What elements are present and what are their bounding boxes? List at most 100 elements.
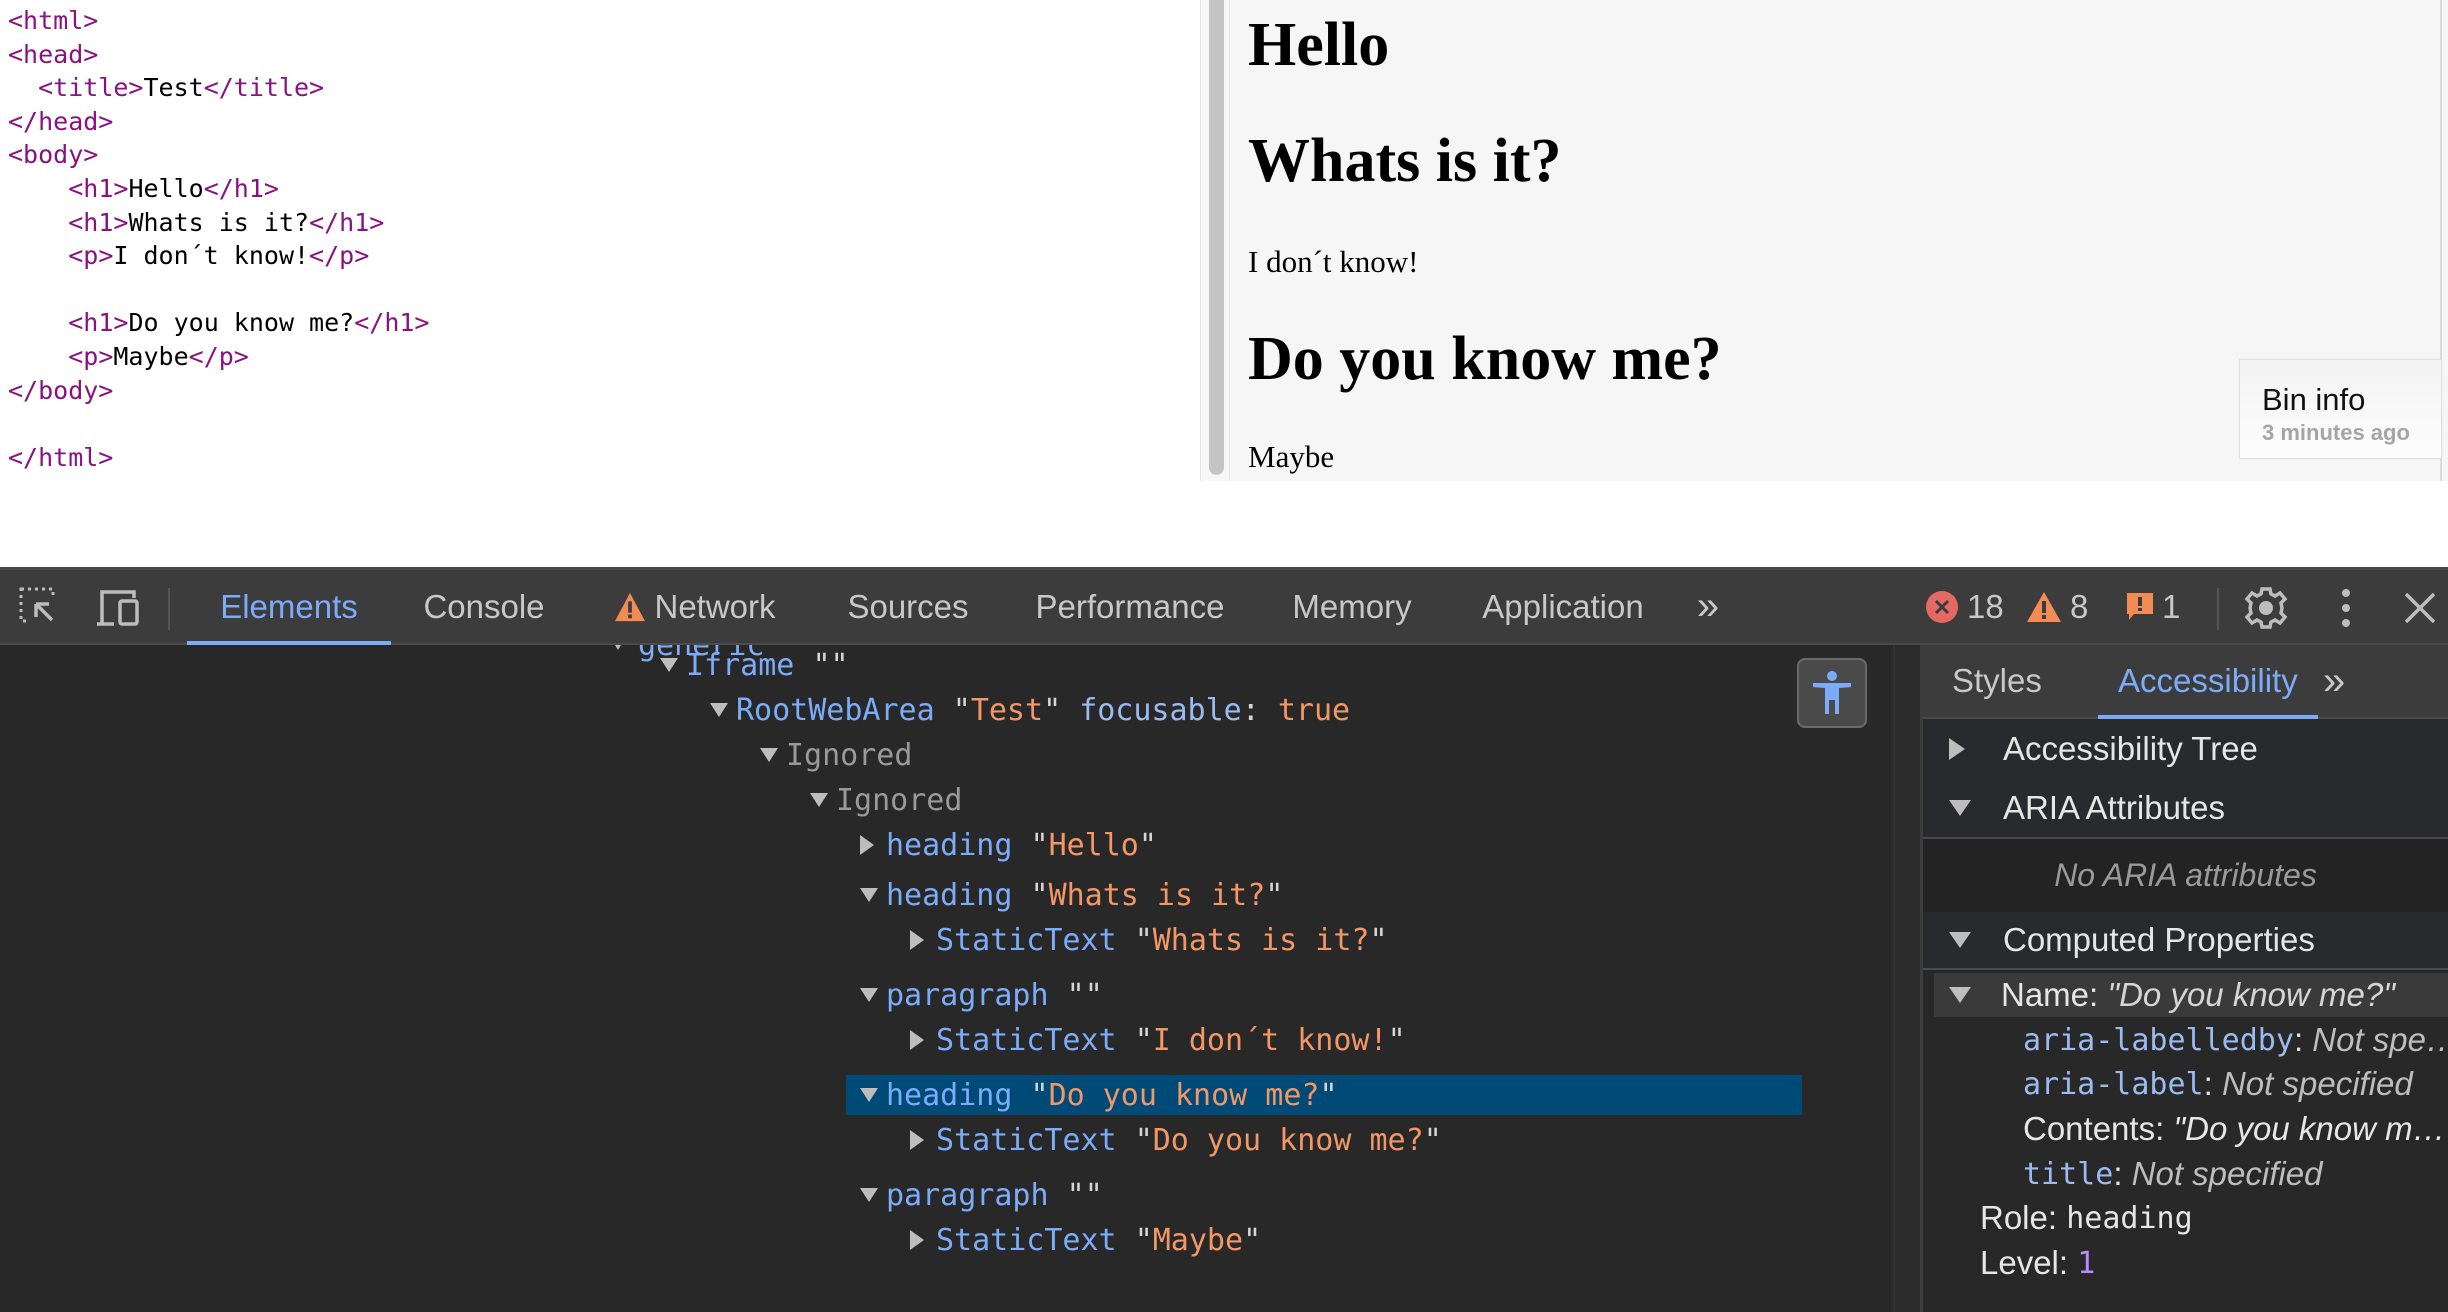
tab-network[interactable]: Network xyxy=(600,570,790,643)
tree-node-ignored[interactable]: Ignored xyxy=(760,735,912,775)
section-aria-attributes[interactable]: ARIA Attributes xyxy=(1923,779,2448,837)
code-tag: </body> xyxy=(8,375,114,405)
tree-node-statictext[interactable]: StaticText " I don´t know! " xyxy=(910,1020,1406,1060)
code-line[interactable]: <h1>Whats is it?</h1> xyxy=(8,206,1200,240)
node-role: RootWebArea xyxy=(736,692,935,728)
pane-resizer[interactable] xyxy=(1893,645,1923,1312)
node-role: Ignored xyxy=(836,782,963,818)
computed-role: Role: heading xyxy=(1980,1196,2193,1240)
editor-scrollbar[interactable] xyxy=(1200,0,1230,481)
more-sidebar-tabs-button[interactable]: » xyxy=(2323,645,2345,717)
tree-node-statictext[interactable]: StaticText " Maybe " xyxy=(910,1220,1261,1260)
computed-name[interactable]: Name: "Do you know me?" xyxy=(1949,973,2395,1017)
code-line[interactable]: <h1>Do you know me?</h1> xyxy=(8,306,1200,340)
tree-node-ignored[interactable]: Ignored xyxy=(810,780,962,820)
tab-styles[interactable]: Styles xyxy=(1952,645,2042,717)
tree-node-rootwebarea[interactable]: RootWebArea " Test " focusable: true xyxy=(710,690,1350,730)
code-line[interactable]: <h1>Hello</h1> xyxy=(8,172,1200,206)
node-role: heading xyxy=(886,827,1013,863)
tree-node-heading[interactable]: heading " Whats is it? " xyxy=(860,875,1283,915)
quote: " xyxy=(1319,1077,1338,1113)
source-key: title xyxy=(2023,1156,2114,1192)
editor-scrollbar-thumb[interactable] xyxy=(1209,0,1224,475)
issues-counter[interactable]: 1 xyxy=(2126,570,2180,643)
code-line[interactable]: <p>Maybe</p> xyxy=(8,340,1200,374)
tree-node-heading[interactable]: heading " Hello " xyxy=(860,825,1157,865)
code-editor[interactable]: <html> <head> <title>Test</title> </head> <… xyxy=(0,0,1200,481)
tab-sources[interactable]: Sources xyxy=(840,570,976,643)
settings-gear-icon[interactable] xyxy=(2242,584,2290,632)
code-line[interactable]: <head> xyxy=(8,38,1200,72)
accessibility-tree[interactable]: generic Iframe " " RootWebArea " Test " focu… xyxy=(0,645,1893,1312)
code-text: Hello xyxy=(128,173,204,203)
level-value: 1 xyxy=(2077,1245,2096,1281)
source-label: Contents: xyxy=(2023,1110,2165,1147)
tree-node-iframe[interactable]: Iframe " " xyxy=(660,645,849,685)
expanded-triangle-icon[interactable] xyxy=(860,1075,886,1115)
code-line[interactable] xyxy=(8,273,1200,307)
inspect-element-icon[interactable] xyxy=(16,584,64,632)
errors-counter[interactable]: 18 xyxy=(1925,570,2004,643)
expanded-triangle-icon[interactable] xyxy=(710,690,736,730)
code-tag: <p> xyxy=(68,241,114,271)
tree-node-statictext[interactable]: StaticText " Whats is it? " xyxy=(910,920,1388,960)
tab-performance-label: Performance xyxy=(1035,587,1225,625)
tab-memory[interactable]: Memory xyxy=(1290,570,1414,643)
code-line[interactable]: <p>I don´t know!</p> xyxy=(8,239,1200,273)
collapsed-triangle-icon[interactable] xyxy=(860,825,886,865)
tab-performance[interactable]: Performance xyxy=(1030,570,1230,643)
code-text: I don´t know! xyxy=(113,241,310,271)
tab-application[interactable]: Application xyxy=(1476,570,1650,643)
expanded-triangle-icon[interactable] xyxy=(810,780,836,820)
more-options-icon[interactable] xyxy=(2322,584,2370,632)
collapsed-triangle-icon[interactable] xyxy=(910,1220,936,1260)
expanded-triangle-icon[interactable] xyxy=(860,1175,886,1215)
tree-node-heading[interactable]: heading " Do you know me? " xyxy=(846,1075,1802,1115)
expanded-triangle-icon[interactable] xyxy=(860,975,886,1015)
code-line[interactable]: <title>Test</title> xyxy=(8,71,1200,105)
expand-triangle-icon[interactable] xyxy=(612,645,638,665)
code-line[interactable]: <html> xyxy=(8,4,1200,38)
section-computed-properties[interactable]: Computed Properties xyxy=(1923,912,2448,968)
tab-memory-label: Memory xyxy=(1292,587,1412,625)
tree-node-paragraph[interactable]: paragraph " " xyxy=(860,975,1103,1015)
node-attr-name: focusable xyxy=(1079,692,1242,728)
collapsed-triangle-icon[interactable] xyxy=(910,920,936,960)
warnings-counter[interactable]: 8 xyxy=(2026,570,2088,643)
tab-console[interactable]: Console xyxy=(410,570,558,643)
node-role: paragraph xyxy=(886,1177,1049,1213)
collapsed-triangle-icon[interactable] xyxy=(910,1020,936,1060)
expanded-triangle-icon[interactable] xyxy=(660,645,686,685)
name-source-aria-label: aria-label: Not specified xyxy=(2023,1065,2413,1102)
code-line[interactable]: </body> xyxy=(8,374,1200,408)
bin-info-time: 3 minutes ago xyxy=(2262,420,2410,445)
code-line[interactable]: </html> xyxy=(8,441,1200,475)
quote: " xyxy=(1134,1122,1153,1158)
quote: " xyxy=(1030,827,1049,863)
name-source-aria-labelledby: aria-labelledby: Not spe… xyxy=(2023,1018,2448,1062)
expanded-triangle-icon[interactable] xyxy=(860,875,886,915)
code-line[interactable] xyxy=(8,407,1200,441)
toolbar-separator xyxy=(2217,588,2219,630)
tab-accessibility[interactable]: Accessibility xyxy=(2098,645,2318,719)
expanded-triangle-icon[interactable] xyxy=(760,735,786,775)
bin-info-button[interactable]: Bin info 3 minutes ago xyxy=(2239,359,2442,459)
section-accessibility-tree[interactable]: Accessibility Tree xyxy=(1923,719,2448,779)
device-toolbar-icon[interactable] xyxy=(94,584,142,632)
section-title: Computed Properties xyxy=(2003,921,2315,958)
code-line[interactable]: </head> xyxy=(8,105,1200,139)
tree-node-statictext[interactable]: StaticText " Do you know me? " xyxy=(910,1120,1442,1160)
code-line[interactable]: <body> xyxy=(8,138,1200,172)
accessibility-tree-toggle-button[interactable] xyxy=(1797,658,1867,728)
close-icon[interactable] xyxy=(2396,584,2444,632)
code-tag: <h1> xyxy=(68,173,129,203)
preview-paragraph-maybe: Maybe xyxy=(1248,439,1335,474)
tree-node-paragraph[interactable]: paragraph " " xyxy=(860,1175,1103,1215)
more-tabs-button[interactable]: » xyxy=(1688,570,1728,643)
tab-elements[interactable]: Elements xyxy=(187,570,391,645)
collapsed-triangle-icon[interactable] xyxy=(910,1120,936,1160)
node-role: StaticText xyxy=(936,1022,1117,1058)
